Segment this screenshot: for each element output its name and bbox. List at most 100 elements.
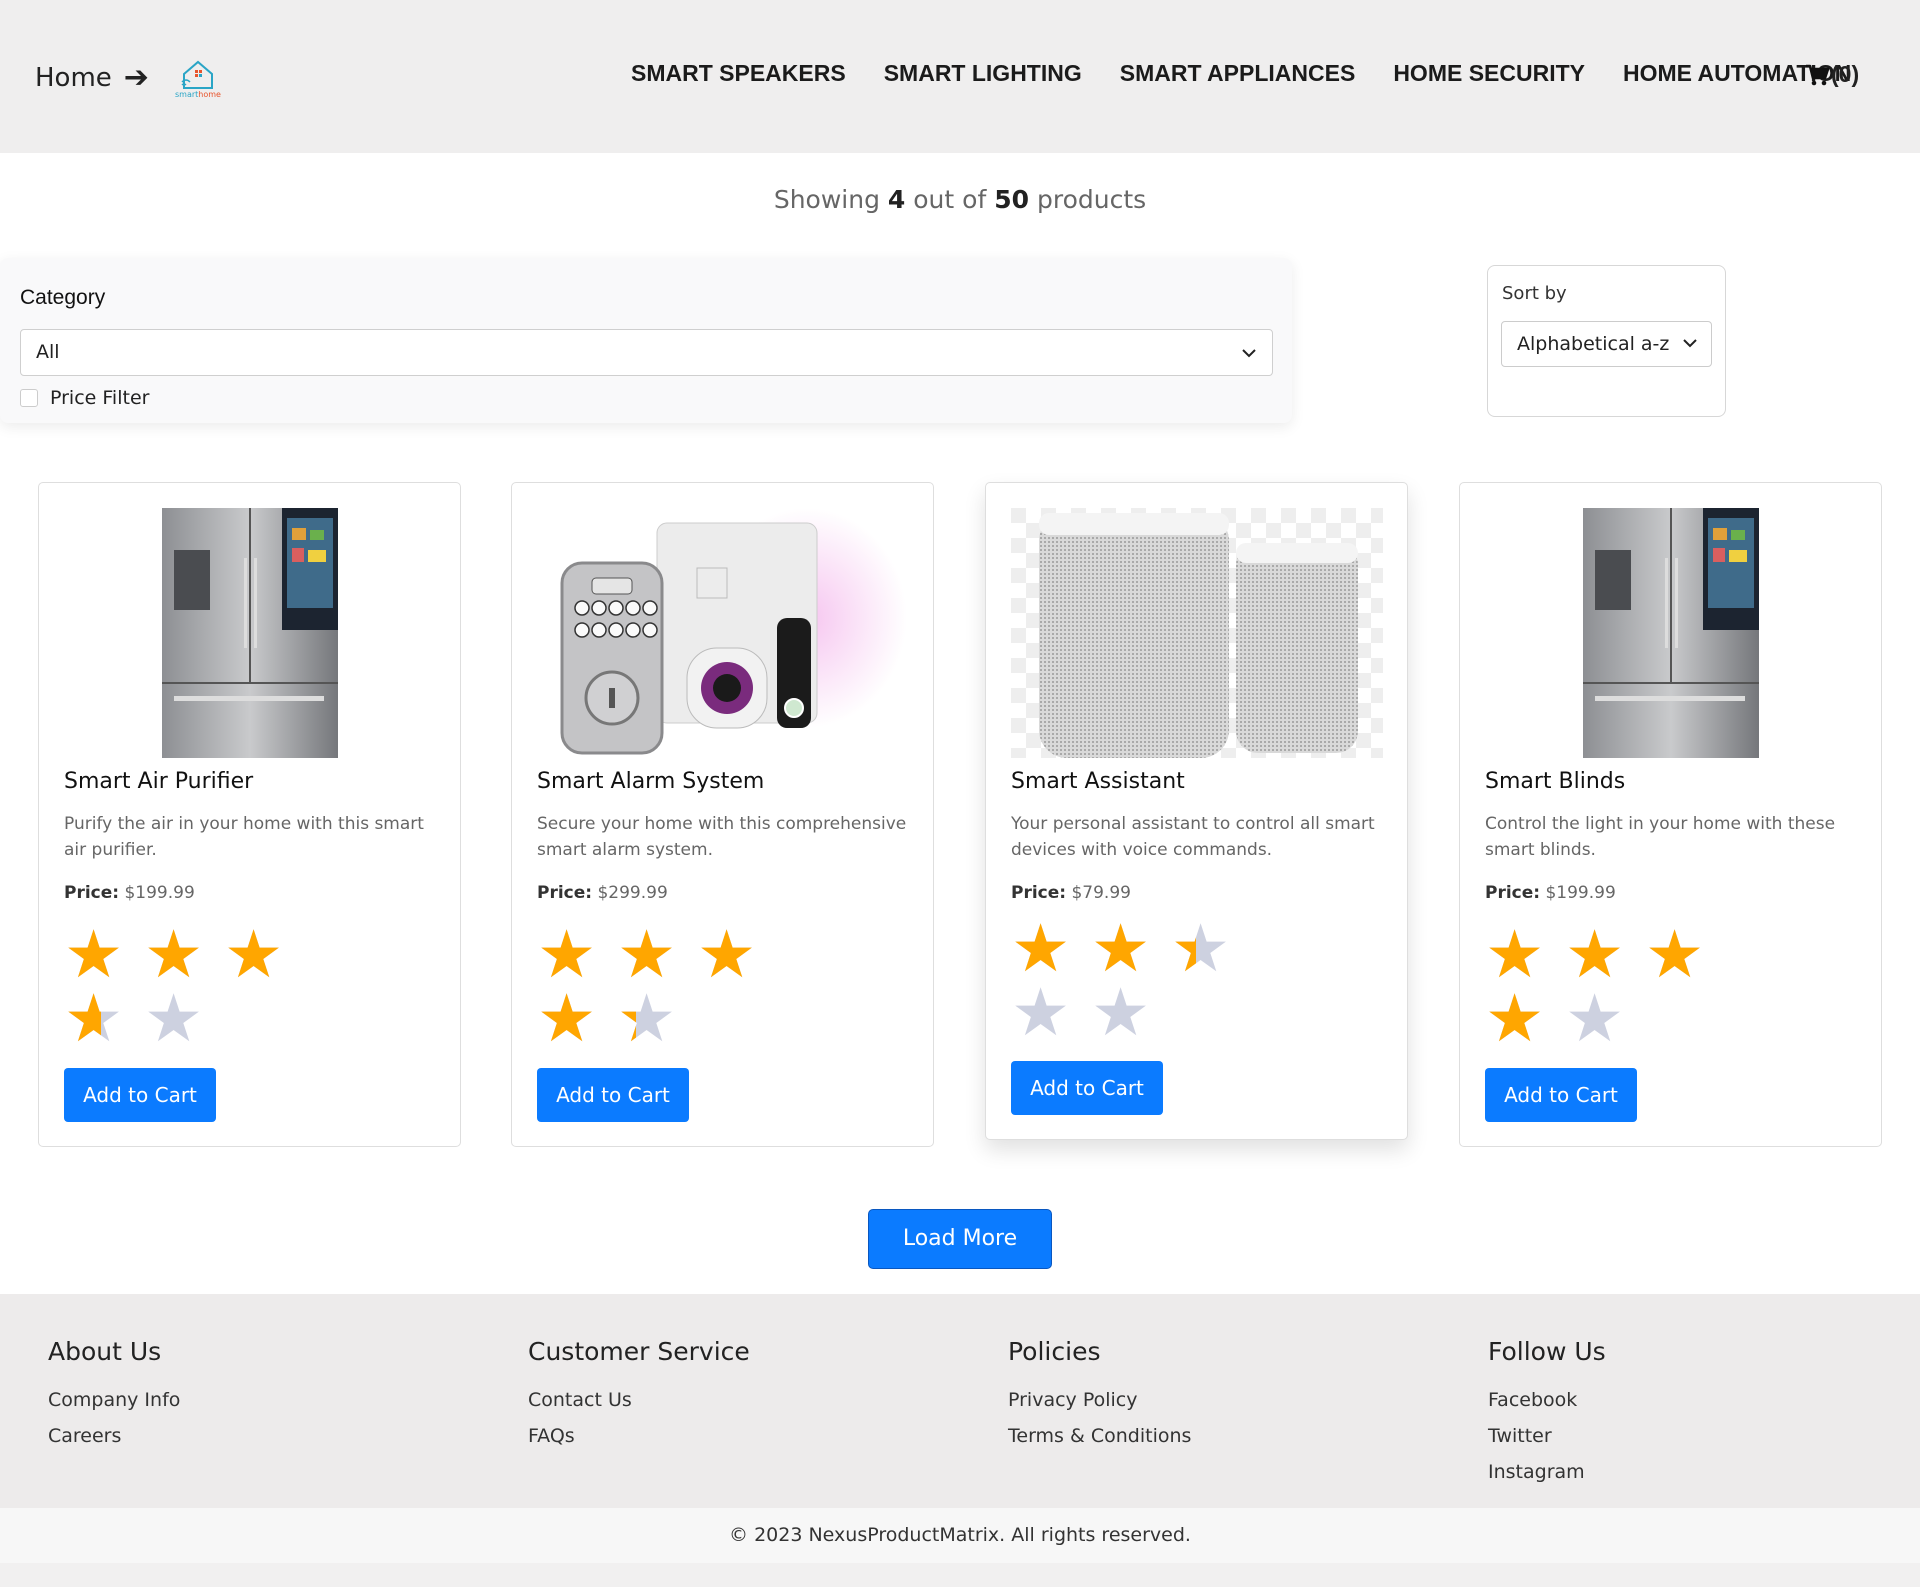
star-fill-icon: ★ (224, 923, 284, 987)
copyright: © 2023 NexusProductMatrix. All rights re… (0, 1508, 1920, 1563)
load-more-button[interactable]: Load More (868, 1209, 1052, 1269)
footer-column-about: About Us Company Info Careers (48, 1337, 180, 1454)
product-title[interactable]: Smart Assistant (1011, 769, 1185, 794)
star-fill-icon: ★ (537, 987, 597, 1051)
add-to-cart-button[interactable]: Add to Cart (64, 1068, 216, 1122)
footer-column-policies: Policies Privacy Policy Terms & Conditio… (1008, 1337, 1191, 1454)
star-icon: ★★ (617, 980, 677, 1057)
footer-link-twitter[interactable]: Twitter (1488, 1418, 1606, 1454)
cart-button[interactable]: (0) (1805, 61, 1859, 88)
nav-smart-lighting[interactable]: SMART LIGHTING (884, 60, 1082, 87)
product-title[interactable]: Smart Alarm System (537, 769, 764, 794)
chevron-down-icon (1683, 333, 1697, 352)
home-label: Home (35, 62, 112, 93)
results-prefix: Showing (773, 185, 880, 214)
cart-icon (1806, 64, 1829, 85)
results-shown: 4 (887, 185, 906, 214)
rating-stars: ★★★★★★★★ (1011, 910, 1311, 1051)
price-filter[interactable]: Price Filter (20, 387, 149, 409)
product-card: Smart Air Purifier Purify the air in you… (38, 482, 461, 1147)
chevron-down-icon (1242, 342, 1256, 363)
footer-link[interactable]: Careers (48, 1418, 180, 1454)
star-icon: ★ (1011, 974, 1071, 1051)
results-total: 50 (994, 185, 1030, 214)
star-icon: ★★ (1565, 922, 1645, 988)
svg-text:smarthome: smarthome (175, 90, 221, 99)
rating-stars: ★★★★★★★★★★ (537, 922, 837, 1057)
product-image-alarm-kit (537, 508, 909, 758)
price-label: Price: (1011, 883, 1067, 903)
add-to-cart-button[interactable]: Add to Cart (537, 1068, 689, 1122)
category-label: Category (20, 286, 106, 309)
star-icon: ★★ (64, 922, 144, 988)
product-price: Price: $299.99 (537, 883, 668, 903)
product-price: Price: $199.99 (1485, 883, 1616, 903)
star-icon: ★★ (1485, 986, 1565, 1052)
product-title[interactable]: Smart Blinds (1485, 769, 1625, 794)
star-fill-icon: ★ (144, 923, 204, 987)
star-icon: ★★ (1091, 916, 1171, 982)
footer-column-follow-us: Follow Us Facebook Twitter Instagram (1488, 1337, 1606, 1490)
star-fill-icon: ★ (1011, 917, 1071, 981)
price-filter-label: Price Filter (50, 387, 150, 409)
star-fill-icon: ★ (617, 923, 677, 987)
price-filter-checkbox[interactable] (20, 389, 38, 407)
footer-link-instagram[interactable]: Instagram (1488, 1454, 1606, 1490)
cart-count: (0) (1831, 61, 1860, 87)
footer-link[interactable]: FAQs (528, 1418, 750, 1454)
product-image-refrigerator (1485, 508, 1857, 758)
star-icon: ★★ (537, 986, 617, 1052)
rating-stars: ★ ★ ★ ★ ★ ★ ★ ★ ★ (1485, 922, 1785, 1057)
results-count: Showing 4 out of 50 products (0, 185, 1920, 214)
nav-smart-speakers[interactable]: SMART SPEAKERS (631, 60, 846, 87)
star-icon: ★ (1091, 974, 1151, 1051)
star-fill-icon: ★ (64, 987, 102, 1051)
rating-stars: ★ ★ ★ ★ ★ ★ ★ ★ ★ (64, 922, 364, 1057)
star-icon: ★ (144, 980, 204, 1057)
star-icon: ★★ (1485, 922, 1565, 988)
star-icon: ★★ (144, 922, 224, 988)
star-icon: ★★ (64, 980, 124, 1057)
product-price: Price: $79.99 (1011, 883, 1131, 903)
product-description: Your personal assistant to control all s… (1011, 814, 1375, 860)
star-icon: ★ (1565, 980, 1625, 1057)
price-label: Price: (537, 883, 593, 903)
sort-select[interactable]: Alphabetical a-z (1501, 321, 1712, 367)
star-icon: ★★ (617, 922, 697, 988)
results-middle: out of (913, 185, 987, 214)
category-select[interactable]: All (20, 329, 1273, 376)
star-fill-icon: ★ (697, 923, 757, 987)
home-link[interactable]: Home ➔ (35, 60, 149, 95)
star-fill-icon: ★ (537, 923, 597, 987)
product-description: Secure your home with this comprehensive… (537, 814, 907, 860)
footer-heading: Customer Service (528, 1337, 750, 1366)
star-fill-icon: ★ (1485, 923, 1545, 987)
smarthome-logo[interactable]: smarthome (170, 52, 226, 100)
footer-link[interactable]: Privacy Policy (1008, 1382, 1191, 1418)
footer-link[interactable]: Company Info (48, 1382, 180, 1418)
star-icon: ★★ (224, 922, 304, 988)
price-label: Price: (1485, 883, 1541, 903)
product-price: Price: $199.99 (64, 883, 195, 903)
product-card: Smart Alarm System Secure your home with… (511, 482, 934, 1147)
add-to-cart-button[interactable]: Add to Cart (1485, 1068, 1637, 1122)
footer-link-facebook[interactable]: Facebook (1488, 1382, 1606, 1418)
add-to-cart-button[interactable]: Add to Cart (1011, 1061, 1163, 1115)
main-content: Showing 4 out of 50 products Category Al… (0, 153, 1920, 1294)
product-image-refrigerator (64, 508, 436, 758)
star-fill-icon: ★ (1091, 917, 1151, 981)
nav-smart-appliances[interactable]: SMART APPLIANCES (1120, 60, 1356, 87)
nav-home-security[interactable]: HOME SECURITY (1393, 60, 1585, 87)
footer-link[interactable]: Terms & Conditions (1008, 1418, 1191, 1454)
product-card: Smart Assistant Your personal assistant … (985, 482, 1408, 1140)
category-value: All (36, 341, 60, 363)
product-title[interactable]: Smart Air Purifier (64, 769, 253, 794)
star-icon: ★★ (1171, 910, 1231, 987)
site-footer: About Us Company Info Careers Customer S… (0, 1294, 1920, 1508)
site-header: Home ➔ smarthome SMART SPEAKERS SMART LI… (0, 0, 1920, 153)
footer-link[interactable]: Contact Us (528, 1382, 750, 1418)
star-icon: ★★ (1011, 916, 1091, 982)
footer-heading: About Us (48, 1337, 162, 1366)
price-value: $79.99 (1071, 883, 1131, 903)
price-label: Price: (64, 883, 120, 903)
